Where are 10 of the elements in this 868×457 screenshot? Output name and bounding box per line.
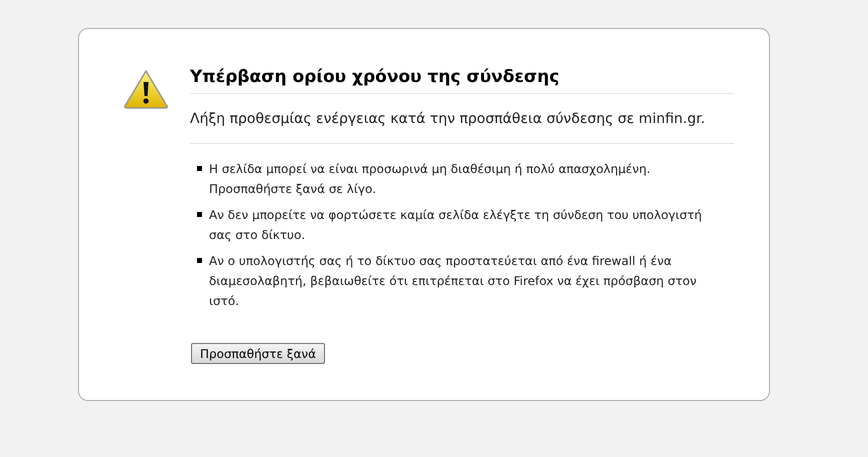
warning-icon	[123, 69, 169, 109]
suggestion-text: Η σελίδα μπορεί να είναι προσωρινά μη διαθέσιμη ή πολύ απασχολημένη. Προσπαθήστε ξανά σε λίγο.	[209, 161, 652, 198]
suggestion-text: Αν δεν μπορείτε να φορτώσετε καμία σελίδα ελέγξτε τη σύνδεση του υπολογιστή σας στο δίκτυο.	[209, 207, 703, 244]
bullet-icon	[197, 258, 202, 263]
bullet-icon	[197, 212, 202, 217]
error-title: Υπέρβαση ορίου χρόνου της σύνδεσης	[190, 65, 734, 94]
error-description: Λήξη προθεσμίας ενέργειας κατά την προσπάθεια σύνδεσης σε minfin.gr.	[190, 94, 734, 144]
bullet-icon	[197, 166, 202, 171]
retry-button[interactable]: Προσπαθήστε ξανά	[191, 343, 326, 364]
suggestion-text: Αν ο υπολογιστής σας ή το δίκτυο σας προστατεύεται από ένα firewall ή ένα διαμεσολαβητή, βεβαιωθείτε ότι επιτρέπεται στο Firefox να έχει πρόσβαση στον ιστό.	[209, 253, 698, 310]
